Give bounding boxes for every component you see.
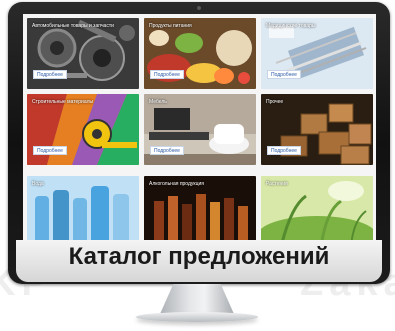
card-title: Строительные материалы — [32, 99, 94, 105]
category-card-alcohol[interactable]: Алкогольная продукция — [144, 176, 256, 244]
card-title: Продукты питания — [149, 23, 192, 29]
category-card-construction[interactable]: Строительные материалы Подробнее — [27, 94, 139, 165]
card-title: Растения — [266, 181, 288, 187]
category-card-plants[interactable]: Растения — [261, 176, 373, 244]
monitor: Автомобильные товары и запчасти Подробне… — [8, 2, 390, 284]
category-card-medical[interactable]: Медицинские товары Подробнее — [261, 18, 373, 89]
card-title: Прочее — [266, 99, 284, 105]
stage: KP Zaka Автомобильные товары и запчасти … — [0, 0, 395, 331]
details-button[interactable]: Подробнее — [150, 146, 184, 155]
details-button[interactable]: Подробнее — [267, 146, 301, 155]
details-button[interactable]: Подробнее — [33, 146, 67, 155]
category-card-furniture[interactable]: Мебель Подробнее — [144, 94, 256, 165]
card-title: Вода — [32, 181, 44, 187]
monitor-stand-base — [136, 312, 258, 322]
details-button[interactable]: Подробнее — [267, 70, 301, 79]
details-button[interactable]: Подробнее — [33, 70, 67, 79]
card-title: Мебель — [149, 99, 167, 105]
monitor-chin: Каталог предложений — [16, 240, 382, 282]
details-button[interactable]: Подробнее — [150, 70, 184, 79]
camera-icon — [197, 6, 201, 10]
category-card-food[interactable]: Продукты питания Подробнее — [144, 18, 256, 89]
category-card-auto[interactable]: Автомобильные товары и запчасти Подробне… — [27, 18, 139, 89]
card-title: Автомобильные товары и запчасти — [32, 23, 114, 29]
page-title: Каталог предложений — [68, 243, 330, 270]
category-card-water[interactable]: Вода — [27, 176, 139, 244]
category-card-other[interactable]: Прочее Подробнее — [261, 94, 373, 165]
card-title: Алкогольная продукция — [149, 181, 204, 187]
catalog-screen: Автомобильные товары и запчасти Подробне… — [23, 14, 376, 244]
card-title: Медицинские товары — [266, 23, 316, 29]
